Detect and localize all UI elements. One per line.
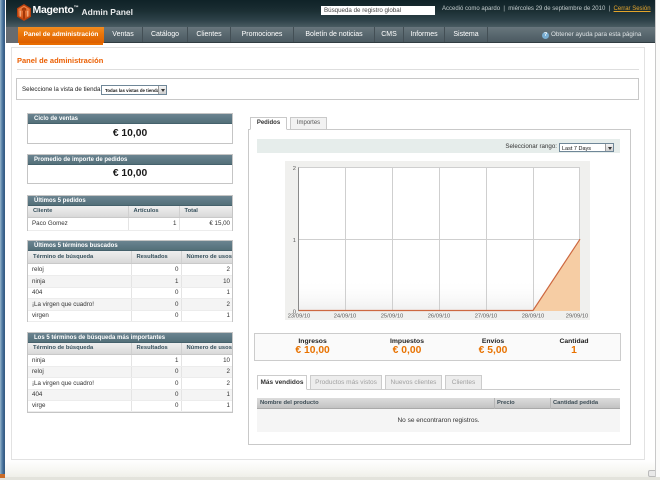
- svg-text:1: 1: [293, 238, 296, 244]
- svg-text:25/09/10: 25/09/10: [381, 314, 404, 320]
- svg-text:26/09/10: 26/09/10: [428, 314, 451, 320]
- svg-text:23/09/10: 23/09/10: [288, 314, 311, 320]
- svg-text:29/09/10: 29/09/10: [566, 314, 589, 320]
- svg-text:2: 2: [293, 166, 296, 172]
- svg-text:24/09/10: 24/09/10: [334, 314, 357, 320]
- svg-text:27/09/10: 27/09/10: [475, 314, 498, 320]
- svg-text:28/09/10: 28/09/10: [522, 314, 545, 320]
